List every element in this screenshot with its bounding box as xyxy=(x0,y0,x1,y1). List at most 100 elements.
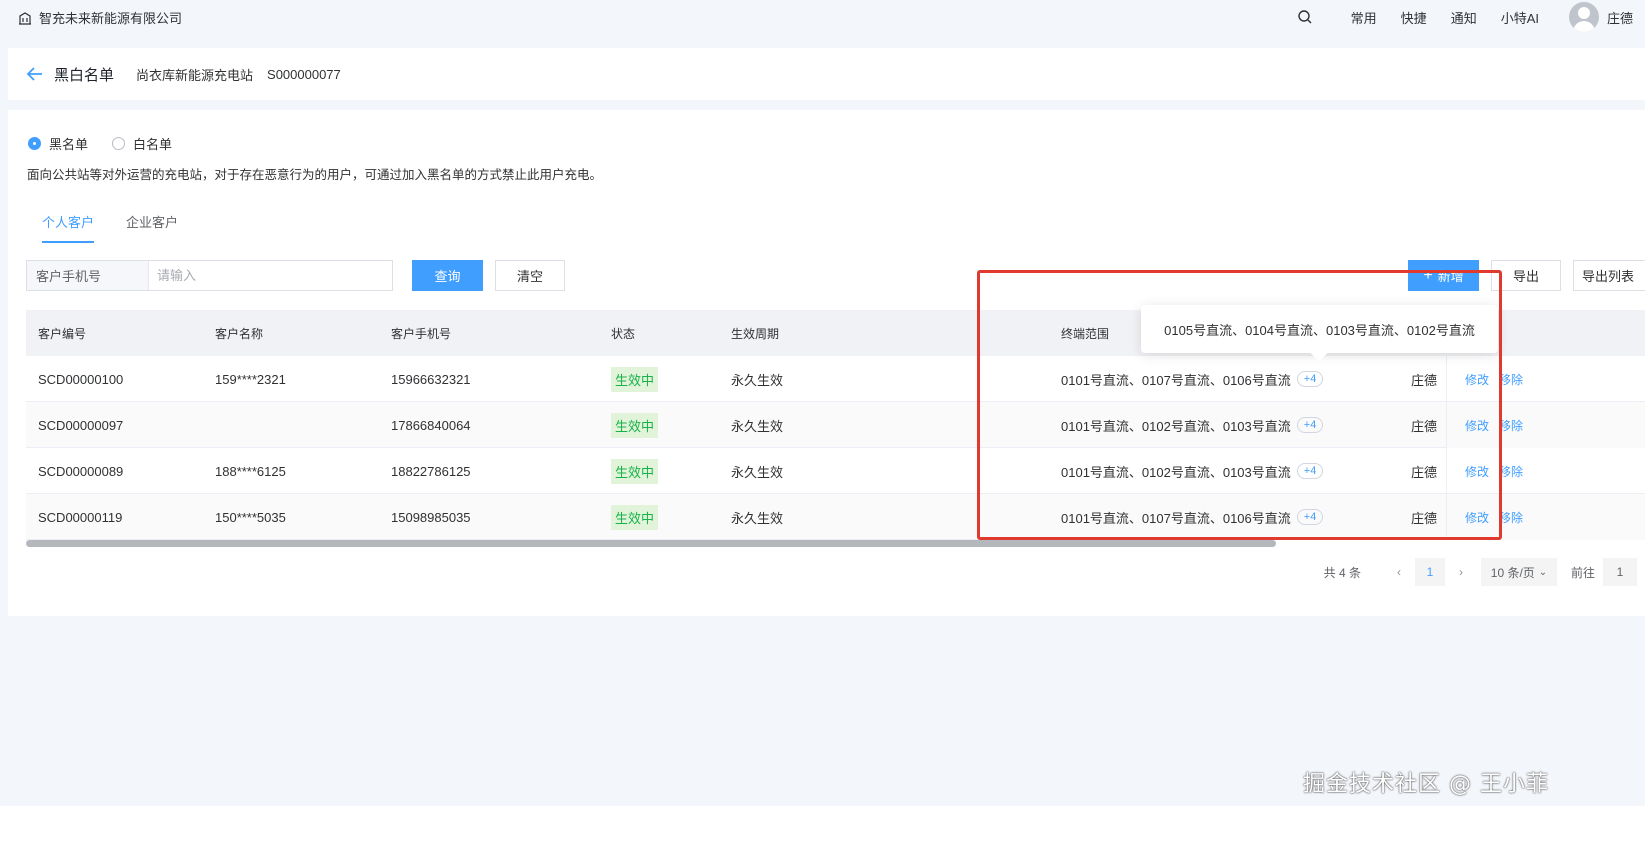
column-header-id: 客户编号 xyxy=(38,326,87,341)
top-bar: 智充未来新能源有限公司 常用 快捷 通知 小特AI 庄德 xyxy=(0,0,1645,34)
page-header: 黑白名单 尚衣库新能源充电站 S000000077 xyxy=(8,48,1645,100)
column-header-period: 生效周期 xyxy=(731,326,780,341)
next-page-icon[interactable]: › xyxy=(1459,565,1463,579)
remove-link[interactable]: 移除 xyxy=(1499,417,1523,434)
row-actions: 修改 移除 xyxy=(1446,356,1645,402)
radio-whitelist[interactable]: 白名单 xyxy=(112,134,172,153)
effective-period: 永久生效 xyxy=(731,464,784,480)
terminal-range-text: 0101号直流、0102号直流、0103号直流 xyxy=(1061,464,1291,480)
table-row: SCD00000097 17866840064 生效中 永久生效 0101号直流… xyxy=(26,402,1645,448)
user-name[interactable]: 庄德 xyxy=(1607,8,1645,27)
company-name: 智充未来新能源有限公司 xyxy=(39,11,183,26)
horizontal-scrollbar[interactable] xyxy=(26,540,1276,547)
effective-period: 永久生效 xyxy=(731,418,784,434)
phone-search-input[interactable] xyxy=(149,261,392,290)
radio-unchecked-icon[interactable] xyxy=(112,137,126,150)
customer-name: 150****5035 xyxy=(215,509,286,525)
customer-id: SCD00000089 xyxy=(38,463,124,479)
chevron-down-icon: ⌄ xyxy=(1538,566,1548,578)
prev-page-icon[interactable]: ‹ xyxy=(1397,565,1401,579)
tab-personal-customer[interactable]: 个人客户 xyxy=(42,212,95,243)
nav-assistant-ai[interactable]: 小特AI xyxy=(1501,8,1539,27)
nav-notifications[interactable]: 通知 xyxy=(1451,8,1477,27)
radio-blacklist[interactable]: 黑名单 xyxy=(28,134,88,153)
terminal-range-text: 0101号直流、0102号直流、0103号直流 xyxy=(1061,418,1291,434)
goto-page-input[interactable]: 1 xyxy=(1603,558,1637,586)
terminal-range-tooltip: 0105号直流、0104号直流、0103号直流、0102号直流 xyxy=(1141,305,1498,353)
status-badge: 生效中 xyxy=(611,504,659,530)
terminal-range: 0101号直流、0102号直流、0103号直流 +4 xyxy=(1061,402,1324,448)
terminal-more-tag[interactable]: +4 xyxy=(1296,463,1324,479)
plus-icon: + xyxy=(1423,266,1433,284)
tab-enterprise-customer[interactable]: 企业客户 xyxy=(126,212,178,243)
customer-phone: 15966632321 xyxy=(391,371,471,387)
terminal-range-text: 0101号直流、0107号直流、0106号直流 xyxy=(1061,510,1291,526)
building-icon xyxy=(19,11,31,25)
export-list-button[interactable]: 导出列表 xyxy=(1573,260,1645,291)
radio-checked-icon[interactable] xyxy=(28,137,41,150)
nav-common[interactable]: 常用 xyxy=(1351,8,1377,27)
bottom-strip xyxy=(0,806,1645,857)
nav-shortcut[interactable]: 快捷 xyxy=(1401,8,1427,27)
row-actions: 修改 移除 xyxy=(1446,494,1645,540)
status-badge: 生效中 xyxy=(611,412,659,438)
company-brand: 智充未来新能源有限公司 xyxy=(18,8,182,27)
customer-id: SCD00000119 xyxy=(38,509,123,525)
status-cell: 生效中 xyxy=(611,402,659,448)
status-cell: 生效中 xyxy=(611,494,659,540)
page-title: 黑白名单 xyxy=(54,66,115,84)
station-name: 尚衣库新能源充电站 xyxy=(136,67,254,83)
search-icon[interactable] xyxy=(1297,9,1313,25)
clear-button[interactable]: 清空 xyxy=(495,260,565,291)
customer-phone: 15098985035 xyxy=(391,509,471,525)
column-header-range: 终端范围 xyxy=(1061,326,1110,341)
edit-link[interactable]: 修改 xyxy=(1465,371,1489,388)
terminal-range: 0101号直流、0107号直流、0106号直流 +4 xyxy=(1061,494,1324,540)
status-cell: 生效中 xyxy=(611,356,659,402)
effective-period: 永久生效 xyxy=(731,372,784,388)
column-header-phone: 客户手机号 xyxy=(391,326,452,341)
edit-link[interactable]: 修改 xyxy=(1465,417,1489,434)
add-button-label: 新增 xyxy=(1437,269,1464,284)
column-header-status: 状态 xyxy=(611,326,636,341)
radio-blacklist-label: 黑名单 xyxy=(49,137,89,152)
export-button[interactable]: 导出 xyxy=(1491,260,1561,291)
customer-phone: 18822786125 xyxy=(391,463,471,479)
operator: 庄德 xyxy=(1411,510,1438,526)
back-arrow-icon[interactable] xyxy=(26,65,44,83)
remove-link[interactable]: 移除 xyxy=(1499,509,1523,526)
terminal-more-tag[interactable]: +4 xyxy=(1296,371,1324,387)
user-avatar-icon[interactable] xyxy=(1569,2,1599,32)
customer-tabs: 个人客户 企业客户 xyxy=(42,212,210,243)
status-cell: 生效中 xyxy=(611,448,659,494)
add-button[interactable]: + 新增 xyxy=(1408,260,1479,291)
table-row: SCD00000089 188****6125 18822786125 生效中 … xyxy=(26,448,1645,494)
effective-period: 永久生效 xyxy=(731,510,784,526)
table-actions: + 新增 导出 导出列表 xyxy=(1408,260,1645,291)
list-type-radio-group: 黑名单 白名单 xyxy=(28,134,196,153)
remove-link[interactable]: 移除 xyxy=(1499,463,1523,480)
operator: 庄德 xyxy=(1411,464,1438,480)
customer-id: SCD00000100 xyxy=(38,371,124,387)
page-number[interactable]: 1 xyxy=(1414,558,1445,586)
customer-id: SCD00000097 xyxy=(38,417,124,433)
top-nav: 常用 快捷 通知 小特AI 庄德 xyxy=(1297,0,1645,34)
status-badge: 生效中 xyxy=(611,366,659,392)
terminal-range-text: 0101号直流、0107号直流、0106号直流 xyxy=(1061,372,1291,388)
row-actions: 修改 移除 xyxy=(1446,402,1645,448)
main-panel: 黑名单 白名单 面向公共站等对外运营的充电站，对于存在恶意行为的用户，可通过加入… xyxy=(8,110,1645,616)
phone-filter-field: 客户手机号 xyxy=(26,260,393,291)
edit-link[interactable]: 修改 xyxy=(1465,463,1489,480)
operator: 庄德 xyxy=(1411,372,1438,388)
page-size-value: 10 条/页 xyxy=(1490,565,1535,580)
customer-name: 159****2321 xyxy=(215,371,286,387)
customer-name: 188****6125 xyxy=(215,463,286,479)
remove-link[interactable]: 移除 xyxy=(1499,371,1523,388)
status-badge: 生效中 xyxy=(611,458,659,484)
terminal-more-tag[interactable]: +4 xyxy=(1296,509,1324,525)
terminal-more-tag[interactable]: +4 xyxy=(1296,417,1324,433)
edit-link[interactable]: 修改 xyxy=(1465,509,1489,526)
page-size-select[interactable]: 10 条/页 ⌄ xyxy=(1480,558,1557,586)
operator: 庄德 xyxy=(1411,418,1438,434)
query-button[interactable]: 查询 xyxy=(412,260,483,291)
